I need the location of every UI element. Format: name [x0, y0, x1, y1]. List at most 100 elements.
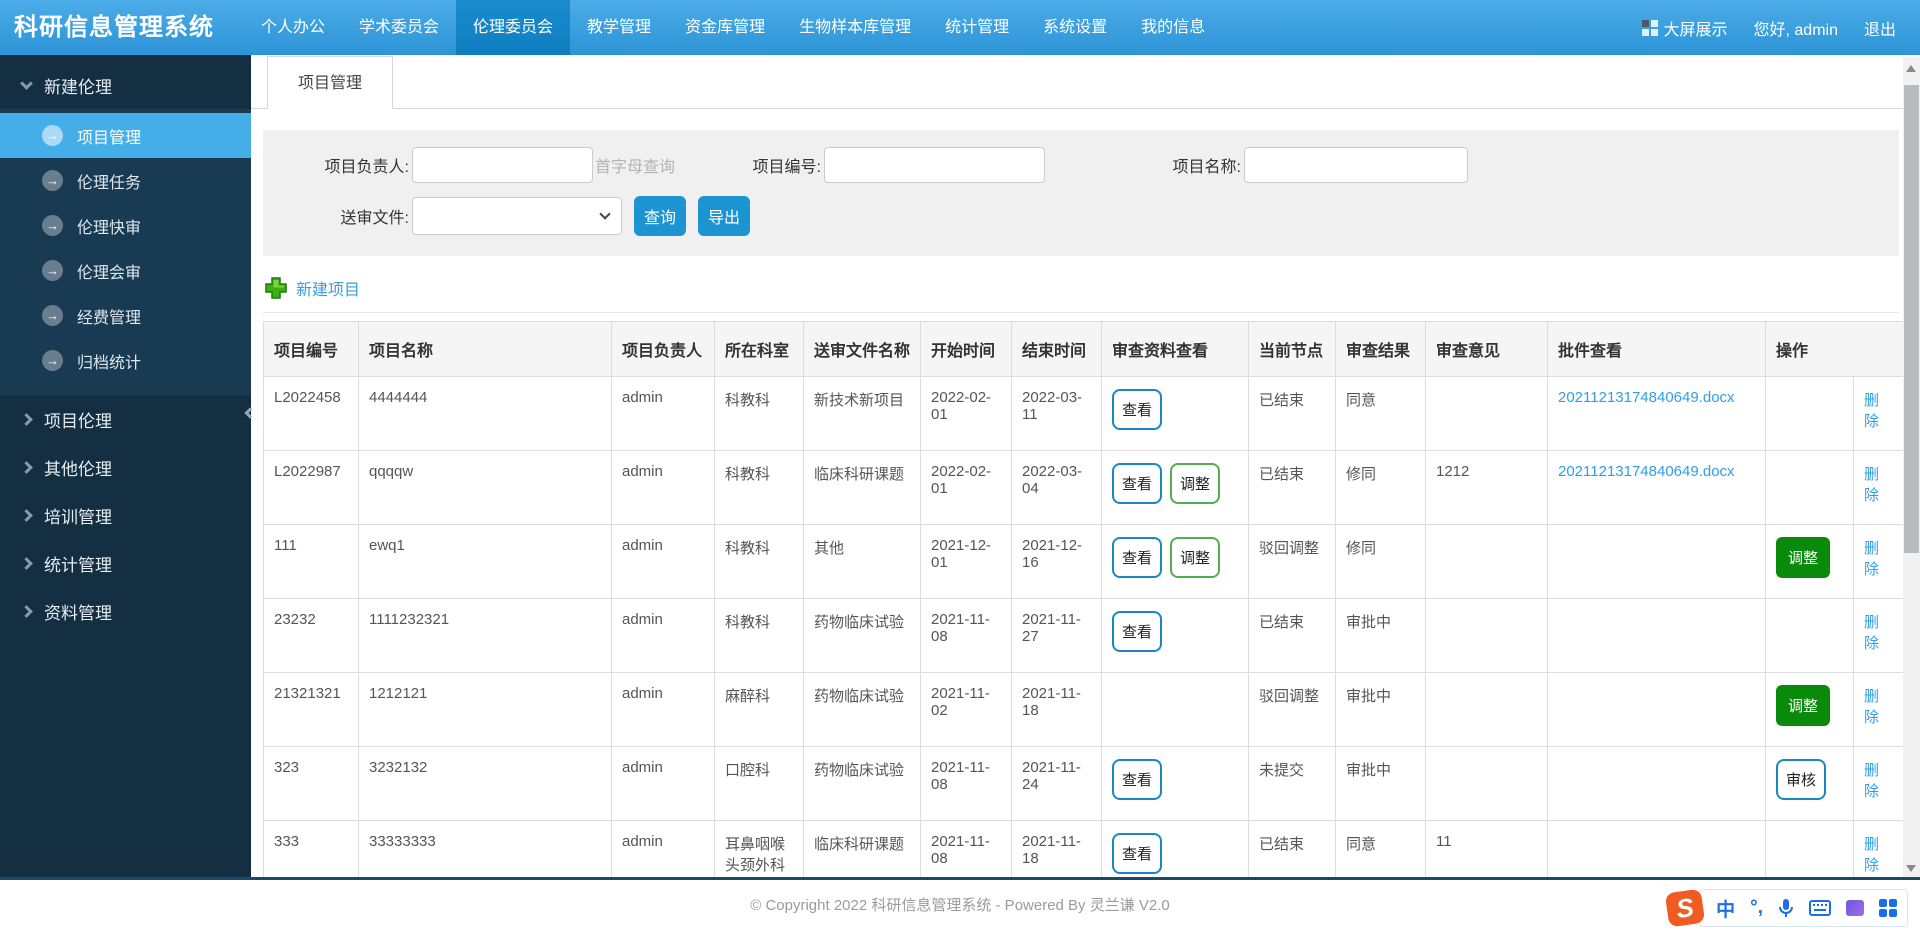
col-header-action: 操作 — [1764, 321, 1903, 377]
nav-item-3[interactable]: 教学管理 — [570, 0, 668, 55]
col-header-dept: 所在科室 — [714, 321, 804, 377]
adjust-button[interactable]: 调整 — [1776, 537, 1831, 578]
table-header-row: 项目编号 项目名称 项目负责人 所在科室 送审文件名称 开始时间 结束时间 审查资料查看 当前节… — [263, 321, 1903, 377]
sidebar-group-2[interactable]: 其他伦理 — [0, 443, 251, 491]
project-code-input[interactable] — [824, 147, 1045, 183]
adjust-button[interactable]: 调整 — [1776, 685, 1831, 726]
ime-punctuation-icon[interactable]: °, — [1750, 897, 1763, 919]
col-header-docType: 送审文件名称 — [803, 321, 921, 377]
approval-doc-link[interactable]: 20211213174840649.docx — [1558, 389, 1735, 406]
project-owner-input[interactable] — [412, 147, 593, 183]
top-header: 科研信息管理系统 个人办公 学术委员会 伦理委员会 教学管理 资金库管理 生物样本库管理统… — [0, 0, 1920, 55]
keyboard-icon[interactable] — [1809, 900, 1831, 916]
fullscreen-display-button[interactable]: 大屏展示 — [1642, 16, 1728, 40]
scroll-up-arrow-icon[interactable] — [1906, 65, 1916, 72]
sidebar-collapse-handle[interactable] — [244, 400, 258, 426]
delete-link[interactable]: 删除 — [1864, 466, 1879, 504]
scrollbar-thumb[interactable] — [1904, 85, 1919, 553]
export-button[interactable]: 导出 — [698, 196, 750, 236]
scroll-down-arrow-icon[interactable] — [1906, 865, 1916, 872]
cell-result: 修同 — [1335, 450, 1426, 525]
col-header-approval: 批件查看 — [1547, 321, 1766, 377]
user-greeting[interactable]: 您好, admin — [1754, 16, 1838, 40]
approval-doc-link[interactable]: 20211213174840649.docx — [1558, 463, 1735, 480]
tab-bar: 项目管理 — [251, 55, 1903, 109]
table-row: 111 ewq1 admin 科教科 其他 2021-12-01 2021-12-16 查看调… — [263, 524, 1903, 599]
sidebar-item-0-1[interactable]: → 伦理任务 — [0, 158, 251, 203]
sidebar-item-0-3[interactable]: → 伦理会审 — [0, 248, 251, 293]
delete-link[interactable]: 删除 — [1864, 762, 1879, 800]
delete-link[interactable]: 删除 — [1864, 614, 1879, 652]
project-name-label: 项目名称: — [1172, 159, 1241, 176]
sidebar-item-0-2[interactable]: → 伦理快审 — [0, 203, 251, 248]
nav-item-4[interactable]: 资金库管理 — [668, 0, 782, 55]
delete-link[interactable]: 删除 — [1864, 540, 1879, 578]
view-button[interactable]: 查看 — [1112, 611, 1163, 652]
cell-docType: 药物临床试验 — [803, 598, 921, 673]
cell-action — [1765, 598, 1854, 673]
table-row: L2022987 qqqqw admin 科教科 临床科研课题 2022-02-01 202… — [263, 450, 1903, 525]
nav-item-0[interactable]: 个人办公 — [244, 0, 342, 55]
chevron-right-icon — [20, 412, 33, 426]
chevron-down-icon — [599, 208, 611, 220]
cell-start: 2021-12-01 — [920, 524, 1012, 599]
cell-owner: admin — [611, 820, 715, 877]
sidebar-group-5[interactable]: 资料管理 — [0, 587, 251, 635]
sidebar-item-0-4[interactable]: → 经费管理 — [0, 293, 251, 338]
nav-item-2[interactable]: 伦理委员会 — [456, 0, 571, 55]
sogou-logo-icon[interactable]: S — [1664, 888, 1706, 928]
nav-item-8[interactable]: 我的信息 — [1124, 0, 1222, 55]
top-nav: 个人办公 学术委员会 伦理委员会 教学管理 资金库管理 生物样本库管理 统计管理 系统设置 我的… — [244, 0, 1222, 55]
delete-link[interactable]: 删除 — [1864, 392, 1879, 430]
vertical-scrollbar[interactable] — [1903, 57, 1920, 877]
project-code-label: 项目编号: — [752, 159, 821, 176]
delete-link[interactable]: 删除 — [1864, 836, 1879, 874]
cell-result: 修同 — [1335, 524, 1426, 599]
nav-item-5[interactable]: 生物样本库管理 — [782, 0, 928, 55]
audit-button[interactable]: 审核 — [1776, 759, 1827, 800]
sidebar-item-0-5[interactable]: → 归档统计 — [0, 338, 251, 383]
cell-action: 调整 — [1765, 672, 1854, 747]
cell-approval — [1547, 820, 1766, 877]
nav-item-1[interactable]: 学术委员会 — [342, 0, 456, 55]
cell-result: 同意 — [1335, 820, 1426, 877]
circle-arrow-icon: → — [42, 170, 63, 191]
sidebar-group-0[interactable]: 新建伦理 — [0, 61, 251, 109]
search-button[interactable]: 查询 — [634, 196, 686, 236]
cell-owner: admin — [611, 376, 715, 451]
footer: © Copyright 2022 科研信息管理系统 - Powered By 灵… — [0, 880, 1920, 937]
sidebar-group-3[interactable]: 培训管理 — [0, 491, 251, 539]
view-button[interactable]: 查看 — [1112, 463, 1163, 504]
view-button[interactable]: 查看 — [1112, 833, 1163, 874]
table-row: 21321321 1212121 admin 麻醉科 药物临床试验 2021-11-02 2… — [263, 672, 1903, 747]
sidebar-group-4[interactable]: 统计管理 — [0, 539, 251, 587]
logout-button[interactable]: 退出 — [1864, 16, 1896, 40]
ime-chinese-mode-icon[interactable]: 中 — [1716, 895, 1735, 922]
project-owner-label: 项目负责人: — [324, 159, 409, 176]
sidebar-item-0-0[interactable]: → 项目管理 — [0, 113, 251, 158]
cell-owner: admin — [611, 672, 715, 747]
nav-item-6[interactable]: 统计管理 — [928, 0, 1026, 55]
table-row: 323 3232132 admin 口腔科 药物临床试验 2021-11-08 2021-1… — [263, 746, 1903, 821]
nav-item-7[interactable]: 系统设置 — [1026, 0, 1124, 55]
review-file-select[interactable] — [412, 197, 622, 235]
view-button[interactable]: 查看 — [1112, 759, 1163, 800]
cell-delete: 删除 — [1852, 524, 1903, 599]
sidebar-group-1[interactable]: 项目伦理 — [0, 395, 251, 443]
project-name-input[interactable] — [1244, 147, 1468, 183]
adjust-outline-button[interactable]: 调整 — [1170, 463, 1221, 504]
cell-approval — [1547, 524, 1766, 599]
adjust-outline-button[interactable]: 调整 — [1170, 537, 1221, 578]
delete-link[interactable]: 删除 — [1864, 688, 1879, 726]
cell-opinion — [1425, 746, 1548, 821]
new-project-link[interactable]: 新建项目 — [296, 276, 360, 300]
view-button[interactable]: 查看 — [1112, 389, 1163, 430]
microphone-icon[interactable] — [1778, 898, 1794, 918]
skin-shirt-icon[interactable] — [1846, 900, 1864, 916]
circle-arrow-icon: → — [42, 215, 63, 236]
tab-project-management[interactable]: 项目管理 — [267, 56, 394, 109]
cell-review: 查看 — [1101, 598, 1249, 673]
view-button[interactable]: 查看 — [1112, 537, 1163, 578]
ime-menu-grid-icon[interactable] — [1879, 899, 1897, 917]
col-header-start: 开始时间 — [920, 321, 1012, 377]
